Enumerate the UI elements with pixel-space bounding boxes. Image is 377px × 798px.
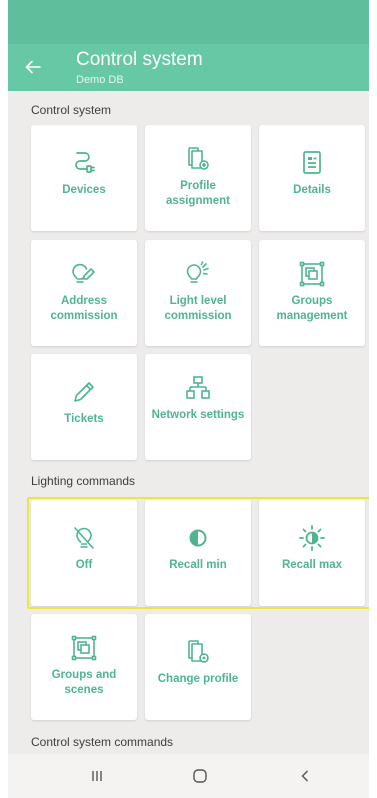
pencil-icon	[70, 378, 98, 406]
tile-label: Devices	[62, 184, 106, 196]
chevron-left-icon	[301, 770, 308, 782]
sun-icon	[298, 524, 326, 552]
tile-network-settings[interactable]: Network settings	[145, 354, 251, 460]
tile-label: Change profile	[157, 673, 239, 685]
recent-apps-icon	[92, 771, 102, 781]
tile-recall-max[interactable]: Recall max	[259, 500, 365, 606]
page-title: Control system	[76, 49, 203, 70]
tile-off[interactable]: Off	[31, 500, 137, 606]
tile-label: Light level commission	[164, 295, 232, 322]
tile-label: Groups management	[276, 295, 348, 322]
page-subtitle: Demo DB	[76, 74, 124, 86]
tile-label: Tickets	[64, 413, 104, 425]
tile-groups-management[interactable]: Groups management	[259, 240, 365, 346]
app-bar: Control system Demo DB	[8, 44, 369, 91]
tile-label: Profile assignment	[166, 180, 230, 207]
tile-label: Off	[75, 559, 93, 571]
section-title-lighting-commands: Lighting commands	[31, 474, 136, 488]
section-title-control-system: Control system	[31, 103, 112, 117]
tile-label: Recall min	[169, 559, 227, 571]
tile-profile-assignment[interactable]: Profile assignment	[145, 125, 251, 231]
groups-icon	[298, 260, 326, 288]
system-nav-bar	[8, 754, 369, 798]
plug-icon	[70, 149, 98, 177]
tile-label: Details	[293, 184, 331, 196]
tile-groups-and-scenes[interactable]: Groups and scenes	[31, 614, 137, 720]
half-circle-icon	[184, 524, 212, 552]
bulb-off-icon	[70, 524, 98, 552]
network-icon	[184, 374, 212, 402]
document-icon	[298, 149, 326, 177]
content-scroll[interactable]: Control system Devices Profile assignmen…	[8, 91, 369, 754]
tile-address-commission[interactable]: Address commission	[31, 240, 137, 346]
back-nav-button[interactable]	[290, 764, 320, 788]
section-title-control-system-commands: Control system commands	[31, 735, 174, 749]
home-button[interactable]	[185, 764, 215, 788]
tile-label: Network settings	[151, 409, 245, 421]
bulb-light-icon	[184, 260, 212, 288]
phone-screen: Control system Demo DB Control system De…	[8, 0, 369, 798]
profile-settings-icon	[184, 638, 212, 666]
tile-recall-min[interactable]: Recall min	[145, 500, 251, 606]
back-button[interactable]	[20, 54, 46, 80]
status-bar	[8, 0, 369, 44]
tile-devices[interactable]: Devices	[31, 125, 137, 231]
tile-change-profile[interactable]: Change profile	[145, 614, 251, 720]
tile-label: Recall max	[281, 559, 343, 571]
bulb-pencil-icon	[70, 260, 98, 288]
tile-details[interactable]: Details	[259, 125, 365, 231]
tile-label: Groups and scenes	[51, 669, 117, 696]
profile-assign-icon	[184, 145, 212, 173]
tile-label: Address commission	[50, 295, 118, 322]
recent-apps-button[interactable]	[82, 764, 112, 788]
tile-tickets[interactable]: Tickets	[31, 354, 137, 460]
arrow-left-icon	[25, 60, 41, 74]
groups-icon	[70, 634, 98, 662]
home-icon	[193, 769, 207, 783]
tile-light-level-commission[interactable]: Light level commission	[145, 240, 251, 346]
